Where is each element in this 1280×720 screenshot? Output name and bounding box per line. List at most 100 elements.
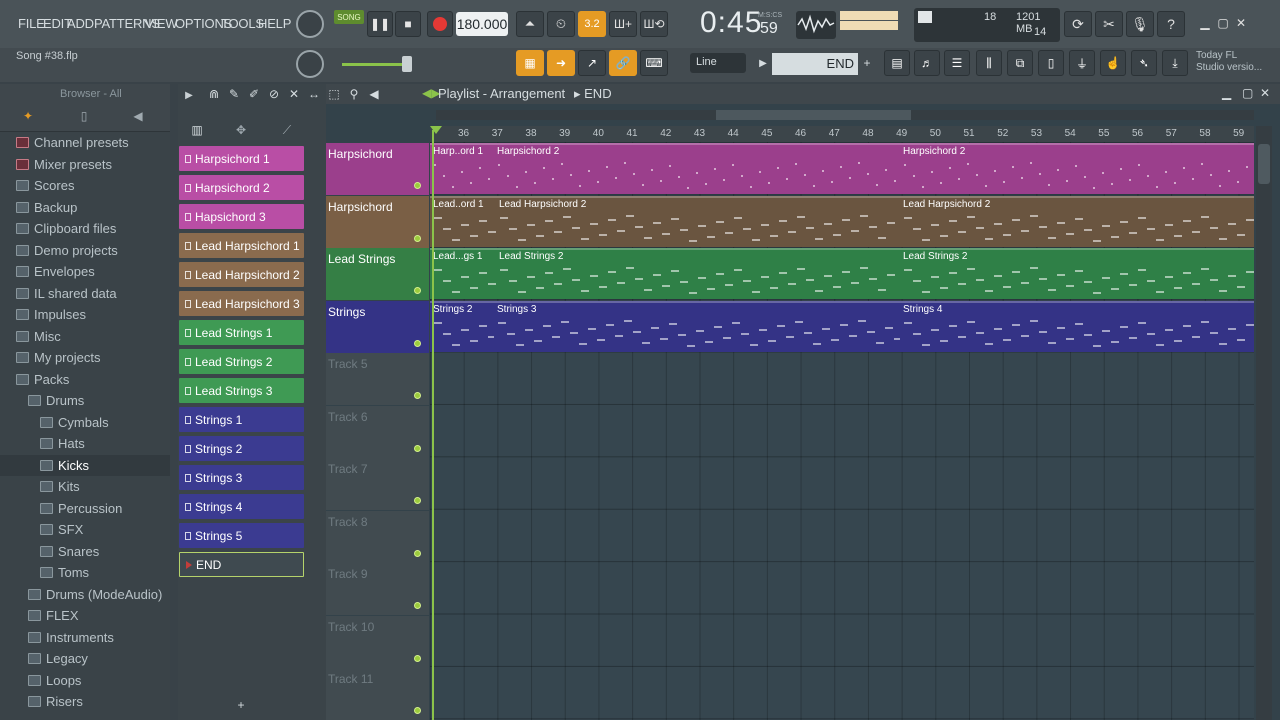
track-mute-led[interactable] <box>414 444 421 452</box>
playlist-clip[interactable]: Harpsichord 2 <box>900 143 1254 194</box>
zoom-tool-icon[interactable]: ⚲ <box>346 86 362 102</box>
playlist-close-icon[interactable]: ✕ <box>1260 86 1270 100</box>
track-header[interactable]: Track 6 <box>326 405 429 458</box>
playlist-maximize-icon[interactable]: ▢ <box>1242 86 1253 100</box>
playlist-button[interactable]: ▦ <box>516 50 544 76</box>
metronome-button[interactable]: ⏶ <box>516 11 544 37</box>
browser-item-backup[interactable]: Backup <box>0 197 170 218</box>
song-mode-toggle[interactable]: SONG <box>334 10 364 24</box>
microphone-button[interactable]: 🎙 <box>1126 11 1154 37</box>
browser-star-button[interactable]: ✦ <box>20 108 36 124</box>
browser-item-drums-modeaudio-[interactable]: Drums (ModeAudio) <box>0 584 170 605</box>
play-tool-icon[interactable]: ◀ <box>366 86 382 102</box>
mixer-button[interactable]: ⫼ <box>976 50 1002 76</box>
browser-item-misc[interactable]: Misc <box>0 326 170 347</box>
pattern-prev-button[interactable]: ▶ <box>756 53 770 73</box>
menu-item-view[interactable]: VIEW <box>145 16 178 31</box>
online-button[interactable]: ⟳ <box>1064 11 1092 37</box>
download-button[interactable]: ⤓ <box>1162 50 1188 76</box>
paint-tool-icon[interactable]: ✐ <box>246 86 262 102</box>
link-button[interactable]: 🔗 <box>609 50 637 76</box>
volume-slider-handle[interactable] <box>402 56 412 72</box>
playlist-clip[interactable]: Lead Harpsichord 2 <box>900 195 1254 247</box>
playlist-minimize-icon[interactable]: ▁ <box>1222 86 1231 100</box>
track-header[interactable]: Track 10 <box>326 615 429 668</box>
browser-button[interactable]: ⧉ <box>1007 50 1033 76</box>
track-header[interactable]: Track 5 <box>326 353 429 405</box>
browser-item-cymbals[interactable]: Cymbals <box>0 412 170 433</box>
pattern-item[interactable]: Harpsichord 2 <box>179 175 304 200</box>
project-info-button[interactable]: ▯ <box>1038 50 1064 76</box>
browser-item-legacy[interactable]: Legacy <box>0 648 170 669</box>
track-mute-led[interactable] <box>414 497 421 504</box>
piano-roll-button[interactable]: ♬ <box>914 50 940 76</box>
step-edit-button[interactable]: Ш+ <box>609 11 637 37</box>
track-header[interactable]: Harpsichord <box>326 143 429 195</box>
browser-item-risers[interactable]: Risers <box>0 691 170 712</box>
playlist-window-button[interactable]: ▤ <box>884 50 910 76</box>
track-header[interactable]: Strings <box>326 300 429 353</box>
news-panel[interactable]: Today FL Studio versio... <box>1196 50 1262 74</box>
browser-item-il-shared-data[interactable]: IL shared data <box>0 283 170 304</box>
channel-rack-button[interactable]: ☰ <box>944 50 970 76</box>
track-mute-led[interactable] <box>414 549 421 557</box>
browser-item-packs[interactable]: Packs <box>0 369 170 390</box>
playlist-clip[interactable]: Lead..ord 1 <box>430 195 496 247</box>
pattern-item[interactable]: Strings 1 <box>179 407 304 432</box>
select-tool-icon[interactable]: ⬚ <box>326 86 342 102</box>
pattern-item[interactable]: Strings 3 <box>179 465 304 490</box>
pattern-list-move-button[interactable]: ✥ <box>232 122 250 138</box>
magnet-tool-icon[interactable]: ⋒ <box>206 86 222 102</box>
record-button[interactable] <box>427 11 453 37</box>
playlist-clip[interactable]: Strings 2 <box>430 300 494 352</box>
touch-controller-button[interactable]: ☝ <box>1100 50 1126 76</box>
add-pattern-list-button[interactable]: + <box>234 698 248 712</box>
browser-item-flex[interactable]: FLEX <box>0 605 170 626</box>
playlist-clip[interactable]: Lead Harpsichord 2 <box>496 195 900 247</box>
wait-input-button[interactable]: ⏲ <box>547 11 575 37</box>
slide-button[interactable]: ↗ <box>578 50 606 76</box>
master-pitch-knob[interactable] <box>296 50 324 78</box>
track-header[interactable]: Lead Strings <box>326 248 429 300</box>
browser-files-button[interactable]: ▯ <box>76 108 92 124</box>
close-button[interactable]: ✕ <box>1232 14 1250 32</box>
browser-item-hats[interactable]: Hats <box>0 433 170 454</box>
pattern-item[interactable]: Strings 4 <box>179 494 304 519</box>
stop-button[interactable]: ■ <box>395 11 421 37</box>
browser-item-drums[interactable]: Drums <box>0 390 170 411</box>
slip-tool-icon[interactable]: ↔ <box>306 86 322 102</box>
pattern-item[interactable]: Lead Harpsichord 2 <box>179 262 304 287</box>
tools-button[interactable]: ✂ <box>1095 11 1123 37</box>
pencil-tool-icon[interactable]: ✎ <box>226 86 242 102</box>
pattern-list-piano-button[interactable]: ▥ <box>188 122 206 138</box>
overview-viewport[interactable] <box>716 110 911 120</box>
browser-item-loops[interactable]: Loops <box>0 670 170 691</box>
track-mute-led[interactable] <box>414 182 421 189</box>
browser-item-snares[interactable]: Snares <box>0 541 170 562</box>
browser-item-demo-projects[interactable]: Demo projects <box>0 240 170 261</box>
pattern-item[interactable]: Lead Harpsichord 3 <box>179 291 304 316</box>
browser-item-envelopes[interactable]: Envelopes <box>0 261 170 282</box>
pattern-item[interactable]: Lead Strings 3 <box>179 378 304 403</box>
browser-item-percussion[interactable]: Percussion <box>0 498 170 519</box>
pattern-item[interactable]: Strings 5 <box>179 523 304 548</box>
track-mute-led[interactable] <box>414 234 421 242</box>
track-header[interactable]: Track 7 <box>326 458 429 510</box>
menu-item-add[interactable]: ADD <box>67 16 94 31</box>
track-mute-led[interactable] <box>414 339 421 347</box>
browser-speaker-button[interactable]: ◀ <box>130 108 146 124</box>
playlist-clip[interactable]: Strings 4 <box>900 300 1254 352</box>
browser-item-clipboard-files[interactable]: Clipboard files <box>0 218 170 239</box>
tempo-display[interactable]: 180.000 <box>456 12 508 36</box>
timeline-ruler[interactable]: 36 37 38 39 40 41 42 43 44 45 46 47 48 49 50 51 52 53 54 55… <box>430 126 1254 142</box>
track-mute-led[interactable] <box>414 654 421 662</box>
playlist-clip[interactable]: Strings 3 <box>494 300 900 352</box>
add-pattern-button[interactable]: + <box>860 53 874 73</box>
help-button[interactable]: ? <box>1157 11 1185 37</box>
tempo-tapper-button[interactable]: ➴ <box>1131 50 1157 76</box>
vertical-scrollbar[interactable] <box>1256 126 1272 720</box>
browser-item-sfx[interactable]: SFX <box>0 519 170 540</box>
track-mute-led[interactable] <box>414 707 421 714</box>
scroll-thumb[interactable] <box>1258 144 1270 184</box>
track-header[interactable]: Track 8 <box>326 510 429 563</box>
